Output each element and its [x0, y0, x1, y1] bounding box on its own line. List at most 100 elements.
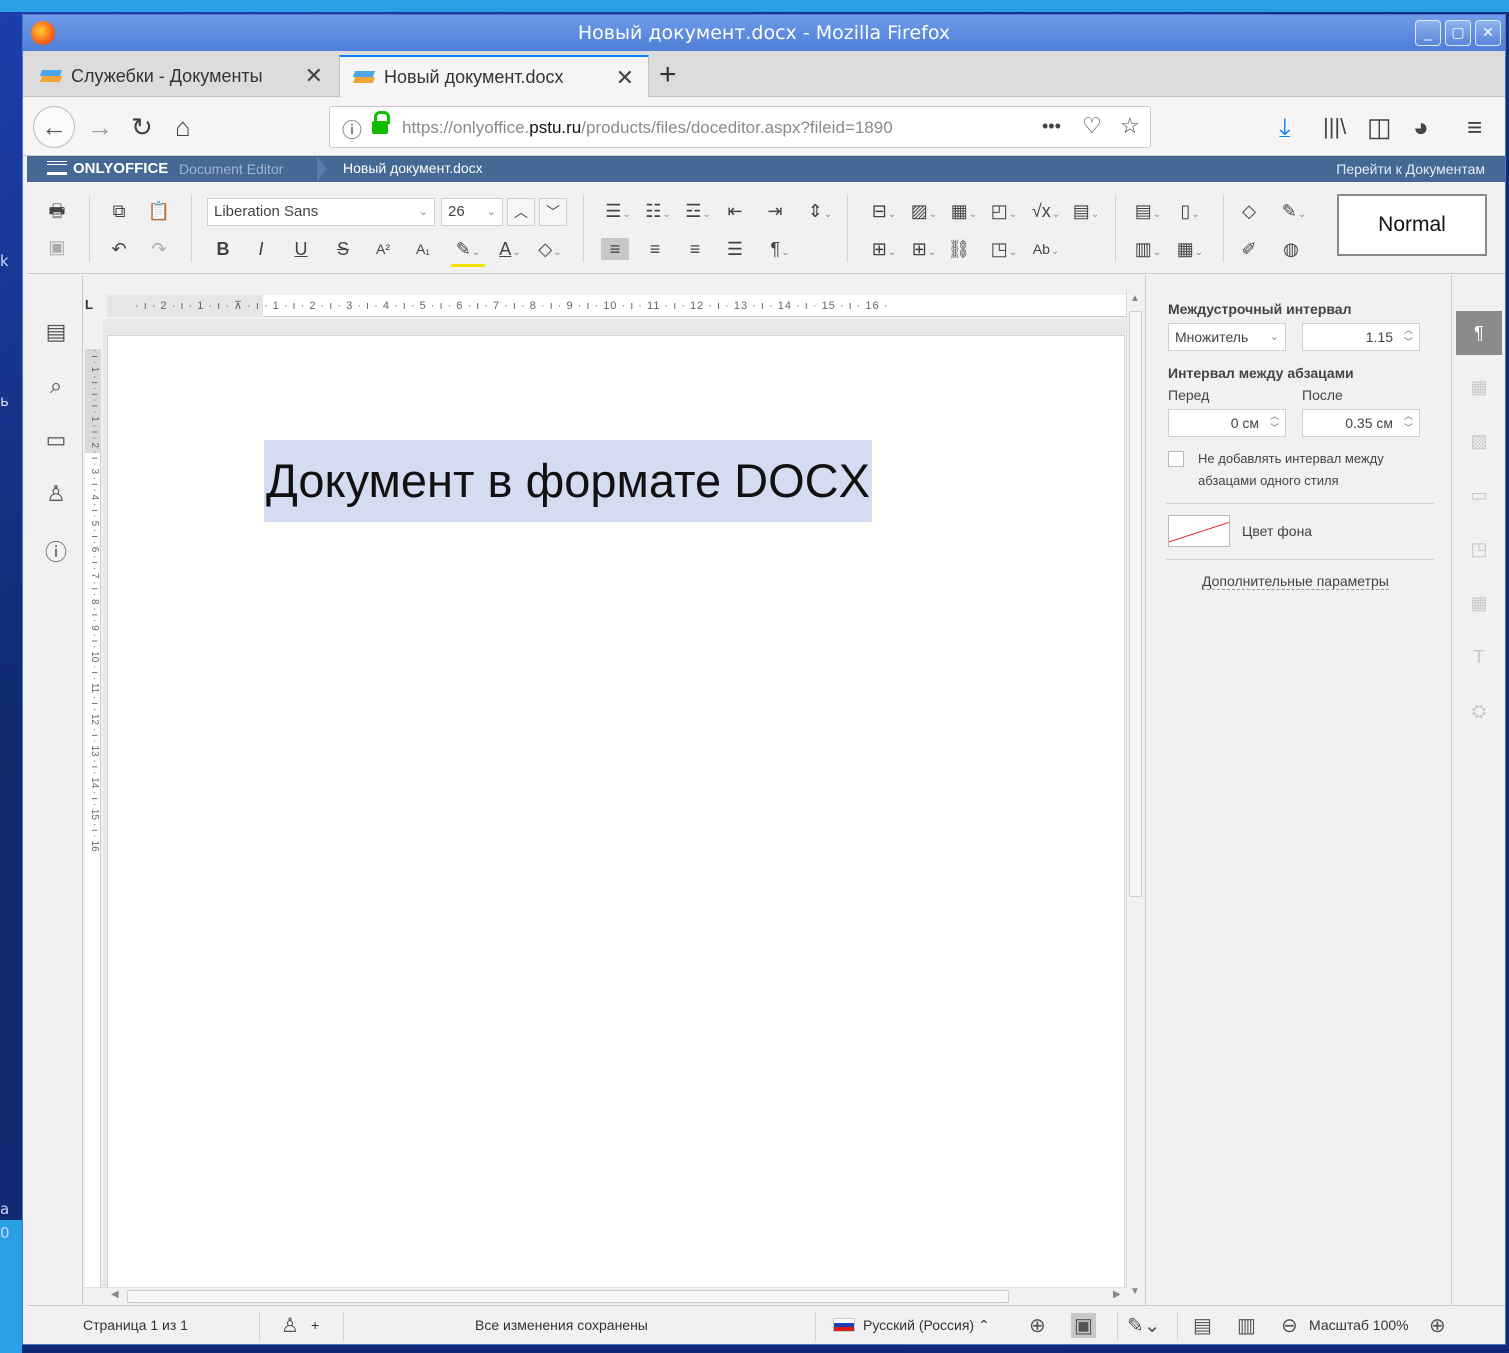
bold-button[interactable]: B [211, 238, 235, 260]
line-spacing-icon[interactable]: ⇕ [803, 200, 837, 226]
font-color-button[interactable]: A [493, 238, 527, 264]
scrollbar-thumb[interactable] [127, 1290, 1009, 1303]
vertical-scrollbar[interactable]: ▲ ▼ [1126, 289, 1144, 1301]
vertical-ruler[interactable]: · ı · 1 · ı · ı · ı · 1 · ı · 2 · ı · 3 … [85, 349, 101, 1299]
undo-icon[interactable]: ↶ [107, 238, 131, 260]
horizontal-ruler[interactable]: · ı · 2 · ı · 1 · ı · ⊼ · ı · 1 · ı · 2 … [107, 295, 1127, 317]
signature-settings-tab[interactable]: ⛭ [1456, 689, 1502, 733]
language-select[interactable]: Русский (Россия) ⌃ [833, 1317, 990, 1334]
increase-indent-icon[interactable]: ⇥ [763, 200, 787, 222]
copy-style-icon[interactable]: ✎ [1277, 200, 1311, 226]
bullet-list-icon[interactable]: ☰ [601, 200, 635, 226]
italic-button[interactable]: I [249, 238, 273, 260]
align-center-icon[interactable]: ≡ [643, 238, 667, 260]
page-counter[interactable]: Страница 1 из 1 [83, 1317, 188, 1333]
columns-icon[interactable]: ▤ [1069, 200, 1103, 226]
highlight-color-icon[interactable]: ✎ [451, 238, 485, 267]
comments-icon[interactable]: ▭ [43, 427, 69, 453]
tab-stop-selector[interactable]: L [85, 297, 101, 313]
chart-settings-tab[interactable]: ▦ [1456, 581, 1502, 625]
url-text[interactable]: https://onlyoffice.pstu.ru/products/file… [402, 118, 893, 138]
new-tab-button[interactable]: + [659, 55, 677, 95]
save-icon[interactable]: ▣ [45, 236, 69, 258]
insert-chart-icon[interactable]: ▦ [947, 200, 981, 226]
zoom-in-icon[interactable]: ⊕ [1429, 1313, 1446, 1338]
document-page[interactable]: Документ в формате DOCX [107, 335, 1125, 1295]
window-titlebar[interactable]: Новый документ.docx - Mozilla Firefox _ … [23, 15, 1505, 51]
copy-icon[interactable]: ⧉ [107, 200, 131, 222]
downloads-icon[interactable]: ⤓ [1279, 110, 1291, 144]
insert-shape-icon[interactable]: ◳ [987, 238, 1021, 264]
spacing-before-input[interactable]: 0 см ︿ ﹀ [1168, 409, 1286, 437]
arrange-icon[interactable]: ▥ [1131, 238, 1165, 264]
menu-icon[interactable]: ≡ [1467, 110, 1482, 144]
redo-icon[interactable]: ↷ [147, 238, 171, 260]
background-color-picker[interactable] [1168, 515, 1230, 547]
page-margins-icon[interactable]: ⊞ [867, 238, 901, 264]
multilevel-list-icon[interactable]: ☲ [681, 200, 715, 226]
close-window-button[interactable]: ✕ [1475, 20, 1501, 46]
image-settings-tab[interactable]: ▨ [1456, 419, 1502, 463]
forward-button[interactable]: → [87, 110, 113, 144]
subscript-button[interactable]: A₁ [411, 238, 435, 260]
home-button[interactable]: ⌂ [175, 110, 191, 144]
library-icon[interactable]: |||\ [1323, 110, 1346, 144]
spellcheck-icon[interactable]: ▣ [1071, 1313, 1096, 1338]
document-canvas[interactable]: Документ в формате DOCX [103, 319, 1125, 1295]
spacing-after-input[interactable]: 0.35 см ︿ ﹀ [1302, 409, 1420, 437]
users-icon[interactable]: ♙ [281, 1313, 299, 1338]
page-orientation-icon[interactable]: ▤ [1131, 200, 1165, 226]
insert-image-icon[interactable]: ▨ [907, 200, 941, 226]
search-icon[interactable]: ⌕ [43, 373, 69, 399]
decrease-indent-icon[interactable]: ⇤ [723, 200, 747, 222]
table-settings-tab[interactable]: ▦ [1456, 365, 1502, 409]
strikethrough-button[interactable]: S [331, 238, 355, 260]
tab-sluzhebki[interactable]: Служебки - Документы ✕ [27, 55, 337, 97]
insert-equation-icon[interactable]: √x [1029, 200, 1063, 226]
navigation-icon[interactable]: ▤ [43, 319, 69, 345]
page-actions-button[interactable]: ••• [1042, 116, 1061, 137]
increase-font-button[interactable]: ︿ [507, 198, 535, 226]
close-tab-icon[interactable]: ✕ [616, 65, 634, 91]
info-icon[interactable]: ⓘ [342, 114, 362, 143]
page-size-icon[interactable]: ▯ [1173, 200, 1207, 226]
underline-button[interactable]: U [289, 238, 313, 260]
paragraph-settings-tab[interactable]: ¶ [1456, 311, 1502, 355]
maximize-button[interactable]: ▢ [1445, 20, 1471, 46]
numbered-list-icon[interactable]: ☷ [641, 200, 675, 226]
paragraph-shading-icon[interactable]: ◇ [533, 238, 567, 264]
fit-page-icon[interactable]: ▤ [1193, 1313, 1212, 1338]
document-language-icon[interactable]: ⊕ [1029, 1313, 1046, 1338]
no-spacing-same-style-checkbox[interactable] [1168, 451, 1184, 467]
font-size-select[interactable]: 26 ⌄ [441, 198, 503, 226]
justify-icon[interactable]: ☰ [723, 238, 747, 260]
onlyoffice-logo[interactable]: ONLYOFFICE [47, 160, 168, 177]
font-name-select[interactable]: Liberation Sans ⌄ [207, 198, 435, 226]
clear-style-icon[interactable]: ◇ [1237, 200, 1261, 222]
chat-icon[interactable]: ♙ [43, 481, 69, 507]
scroll-up-icon[interactable]: ▲ [1130, 293, 1140, 304]
color-scheme-icon[interactable]: ◍ [1279, 238, 1303, 260]
tab-new-document[interactable]: Новый документ.docx ✕ [339, 55, 649, 97]
shape-settings-tab[interactable]: ◳ [1456, 527, 1502, 571]
insert-textbox-icon[interactable]: ◰ [987, 200, 1021, 226]
add-user-button[interactable]: + [311, 1317, 319, 1333]
insert-page-break-icon[interactable]: ⊟ [867, 200, 901, 226]
horizontal-scrollbar[interactable]: ◀ ▶ [85, 1287, 1127, 1305]
track-changes-icon[interactable]: ✎⌄ [1127, 1313, 1161, 1338]
reload-button[interactable]: ↻ [131, 110, 153, 144]
scroll-right-icon[interactable]: ▶ [1113, 1289, 1121, 1300]
align-objects-icon[interactable]: ▦ [1173, 238, 1207, 264]
scrollbar-thumb[interactable] [1129, 311, 1142, 897]
lock-icon[interactable] [372, 111, 390, 135]
print-icon[interactable]: 🖶 [45, 200, 69, 222]
scroll-left-icon[interactable]: ◀ [111, 1289, 119, 1300]
sidebar-toggle-icon[interactable]: ◫ [1367, 110, 1392, 144]
mail-merge-icon[interactable]: ✐ [1237, 238, 1261, 260]
paragraph-style-normal[interactable]: Normal [1337, 194, 1487, 256]
paste-icon[interactable]: 📋 [147, 200, 171, 222]
textart-settings-tab[interactable]: T [1456, 635, 1502, 679]
line-spacing-mode-select[interactable]: Множитель ⌄ [1168, 323, 1286, 351]
minimize-button[interactable]: _ [1415, 20, 1441, 46]
about-icon[interactable]: ⓘ [43, 535, 69, 567]
